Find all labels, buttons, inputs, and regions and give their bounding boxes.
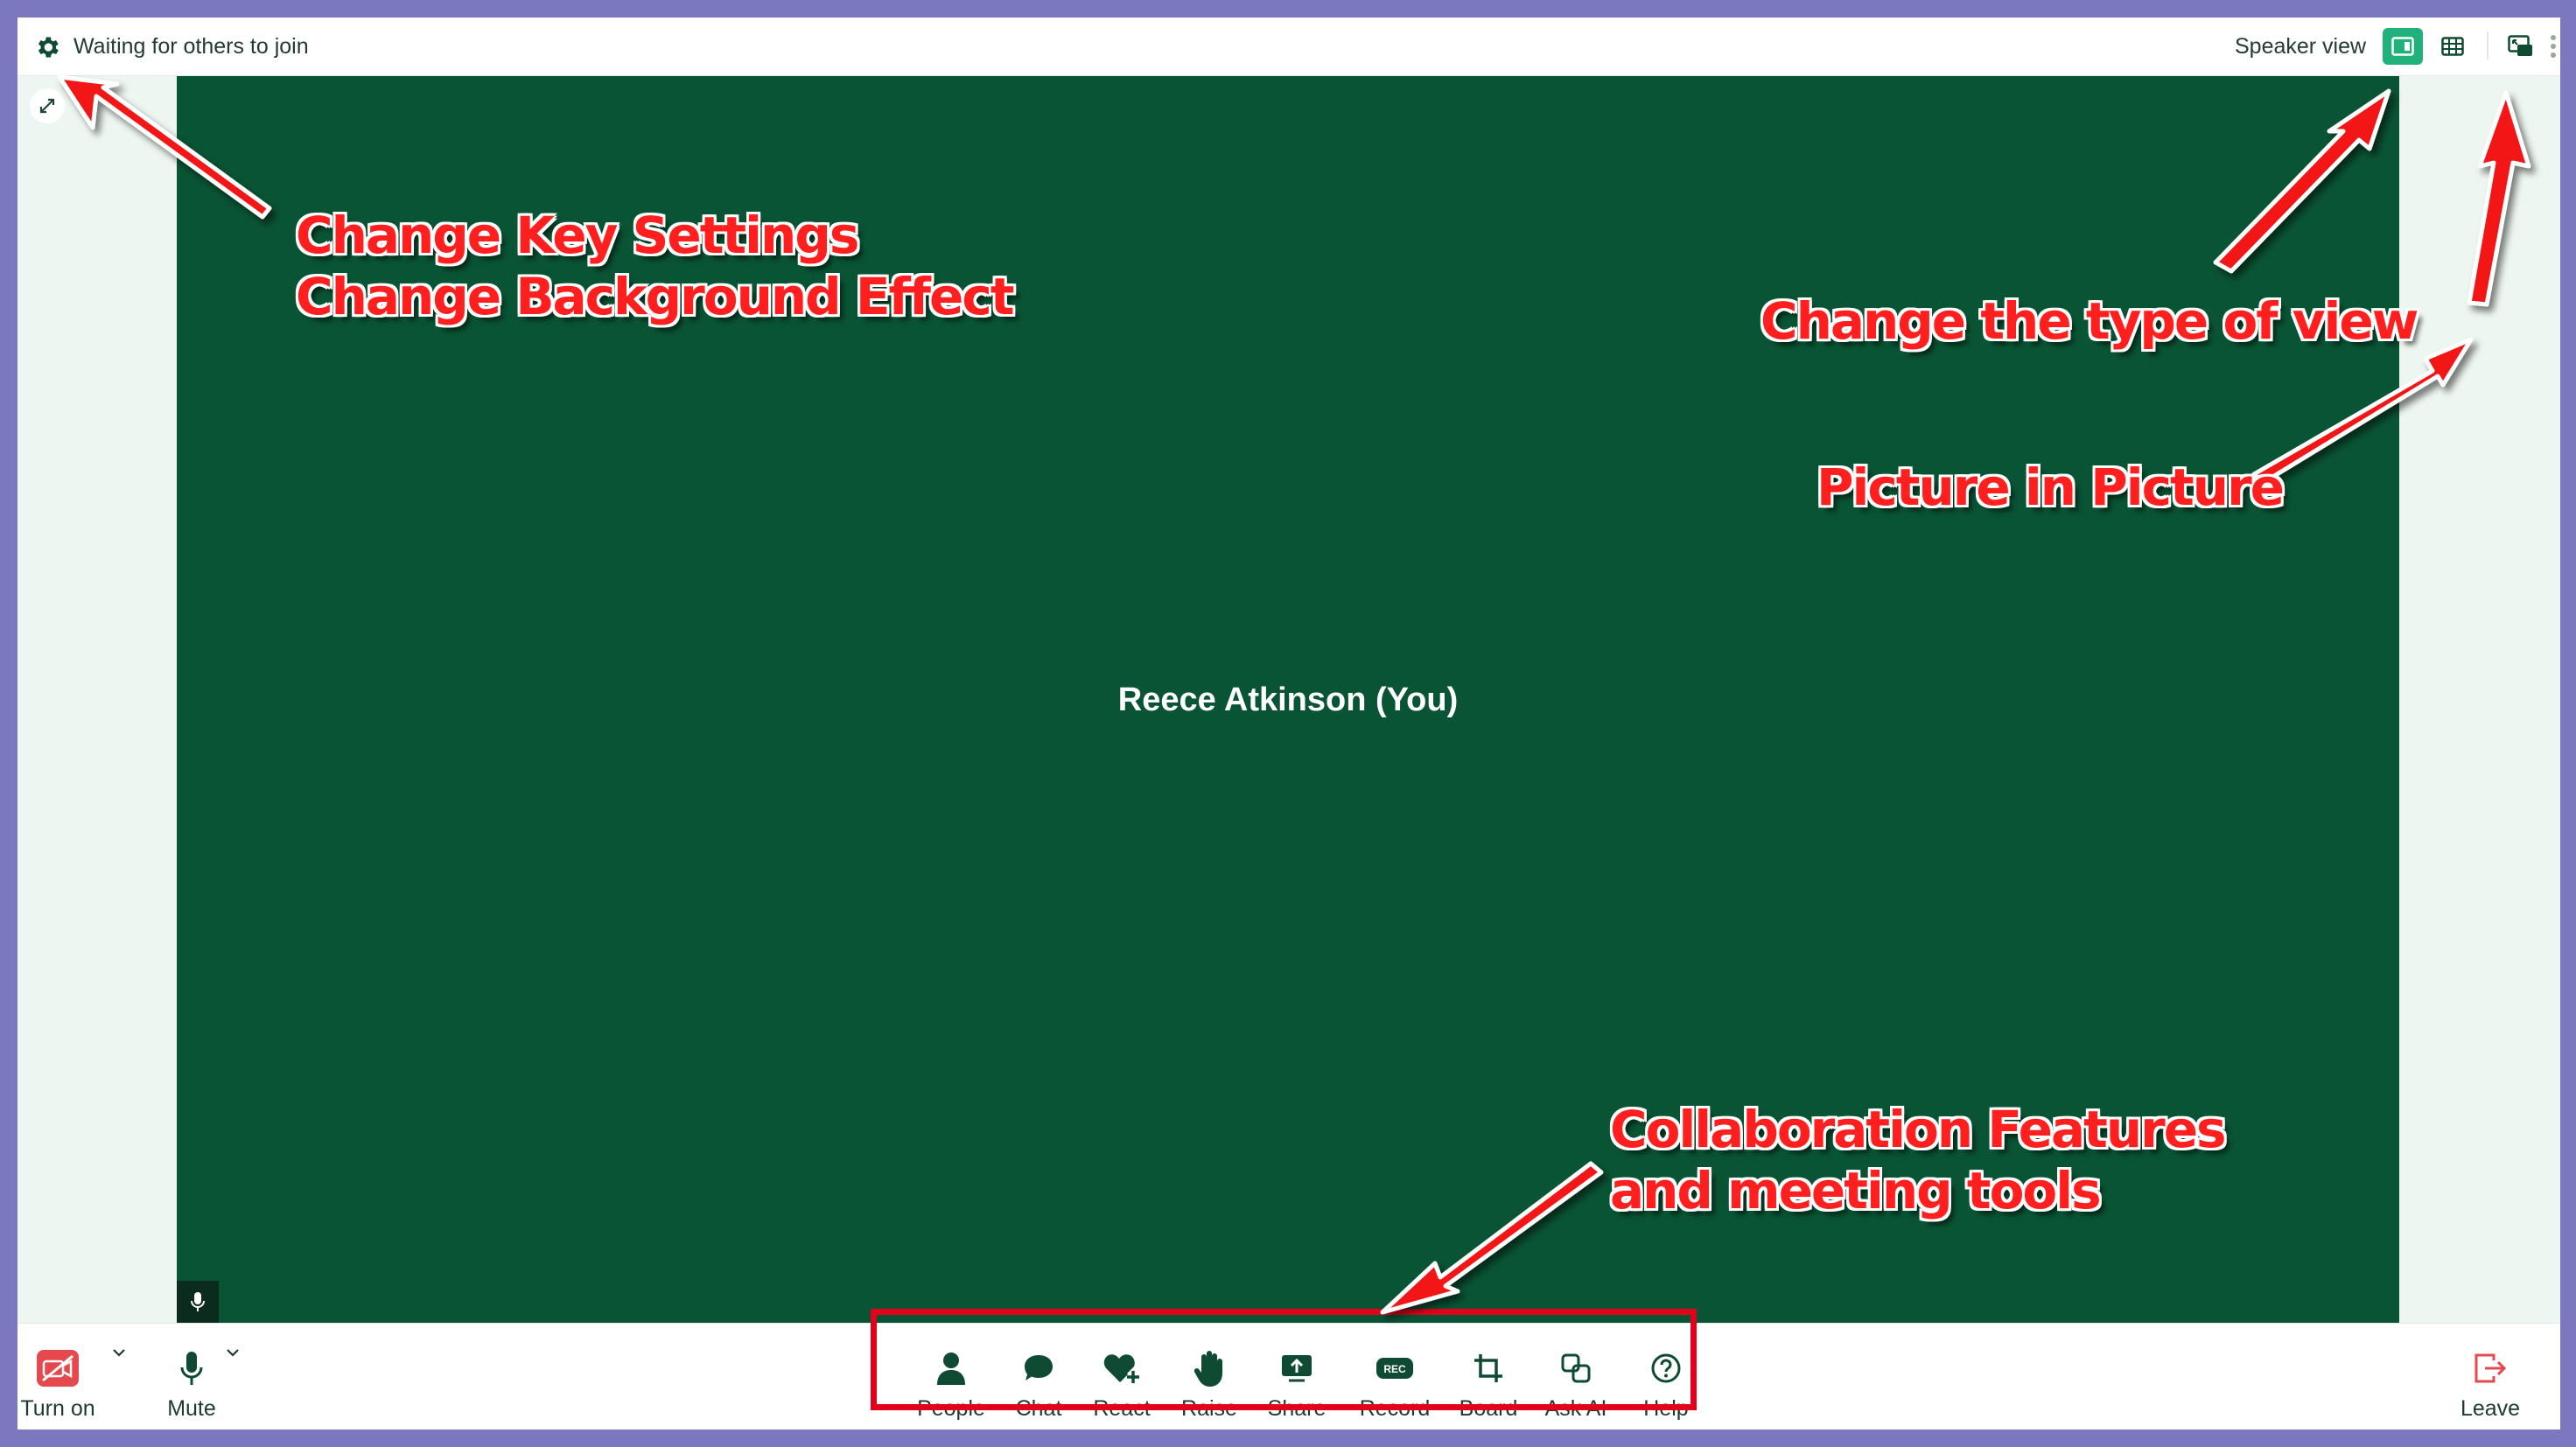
record-badge-text: REC (1383, 1363, 1406, 1375)
ask-ai-button[interactable]: Ask AI (1528, 1324, 1624, 1430)
record-button[interactable]: REC Record (1340, 1324, 1449, 1430)
more-options-icon[interactable] (2550, 33, 2557, 59)
annotation-collab-line1: Collaboration Features (1610, 1100, 2227, 1159)
screen-share-icon (1282, 1355, 1312, 1382)
react-label: React (1093, 1396, 1151, 1421)
top-bar: Waiting for others to join Speaker view (18, 17, 2560, 76)
participant-mic-badge (177, 1281, 219, 1323)
help-button[interactable]: Help (1624, 1324, 1708, 1430)
view-mode-label: Speaker view (2235, 34, 2367, 59)
expand-icon (39, 98, 55, 114)
leave-label: Leave (2460, 1396, 2521, 1421)
board-button[interactable]: Board (1449, 1324, 1528, 1430)
bottom-toolbar: Turn on Mute People Chat React Raise Sha… (18, 1323, 2560, 1430)
gallery-view-button[interactable] (2432, 28, 2473, 65)
meeting-status: Waiting for others to join (74, 34, 309, 59)
mute-label: Mute (167, 1396, 216, 1421)
microphone-icon (180, 1352, 203, 1385)
chat-label: Chat (1015, 1396, 1062, 1421)
record-label: Record (1359, 1396, 1431, 1421)
leave-icon (2474, 1353, 2507, 1383)
chevron-down-icon[interactable] (110, 1346, 128, 1359)
annotation-settings-line2: Change Background Effect (296, 267, 1014, 326)
speaker-view-icon (2391, 37, 2414, 56)
react-button[interactable]: React (1078, 1324, 1166, 1430)
grid-icon (2441, 37, 2464, 56)
raised-hand-icon (1194, 1351, 1222, 1387)
people-button[interactable]: People (903, 1324, 999, 1430)
expand-button[interactable] (30, 88, 65, 123)
toolbar-divider (2487, 31, 2488, 59)
annotation-view-type: Change the type of view (1760, 291, 2418, 351)
chat-button[interactable]: Chat (999, 1324, 1078, 1430)
annotation-settings-line1: Change Key Settings (296, 206, 859, 265)
camera-label: Turn on (20, 1396, 95, 1421)
picture-in-picture-button[interactable] (2501, 28, 2541, 65)
crop-board-icon (1474, 1354, 1502, 1382)
ai-shapes-icon (1561, 1353, 1591, 1383)
share-label: Share (1267, 1396, 1326, 1421)
person-icon (937, 1353, 965, 1385)
chat-bubble-icon (1025, 1355, 1053, 1381)
leave-button[interactable]: Leave (2446, 1324, 2534, 1430)
chevron-down-icon[interactable] (224, 1346, 242, 1359)
board-label: Board (1459, 1396, 1518, 1421)
help-circle-icon (1651, 1353, 1681, 1383)
camera-off-icon (37, 1350, 79, 1387)
raise-hand-button[interactable]: Raise (1166, 1324, 1253, 1430)
speaker-view-button[interactable] (2383, 28, 2423, 65)
people-label: People (917, 1396, 985, 1421)
mute-button[interactable]: Mute (161, 1324, 222, 1430)
picture-in-picture-icon (2508, 35, 2532, 56)
gear-icon[interactable] (33, 33, 61, 61)
rec-icon: REC (1376, 1358, 1413, 1379)
raise-label: Raise (1181, 1396, 1237, 1421)
help-label: Help (1643, 1396, 1689, 1421)
heart-plus-icon (1103, 1354, 1139, 1383)
share-button[interactable]: Share (1253, 1324, 1340, 1430)
annotation-picture-in-picture: Picture in Picture (1816, 458, 2285, 517)
microphone-icon (191, 1292, 205, 1311)
ask-ai-label: Ask AI (1544, 1396, 1607, 1421)
annotation-collab-line2: and meeting tools (1610, 1161, 2102, 1220)
camera-toggle-button[interactable]: Turn on (20, 1324, 95, 1430)
participant-name: Reece Atkinson (You) (1117, 682, 1459, 718)
